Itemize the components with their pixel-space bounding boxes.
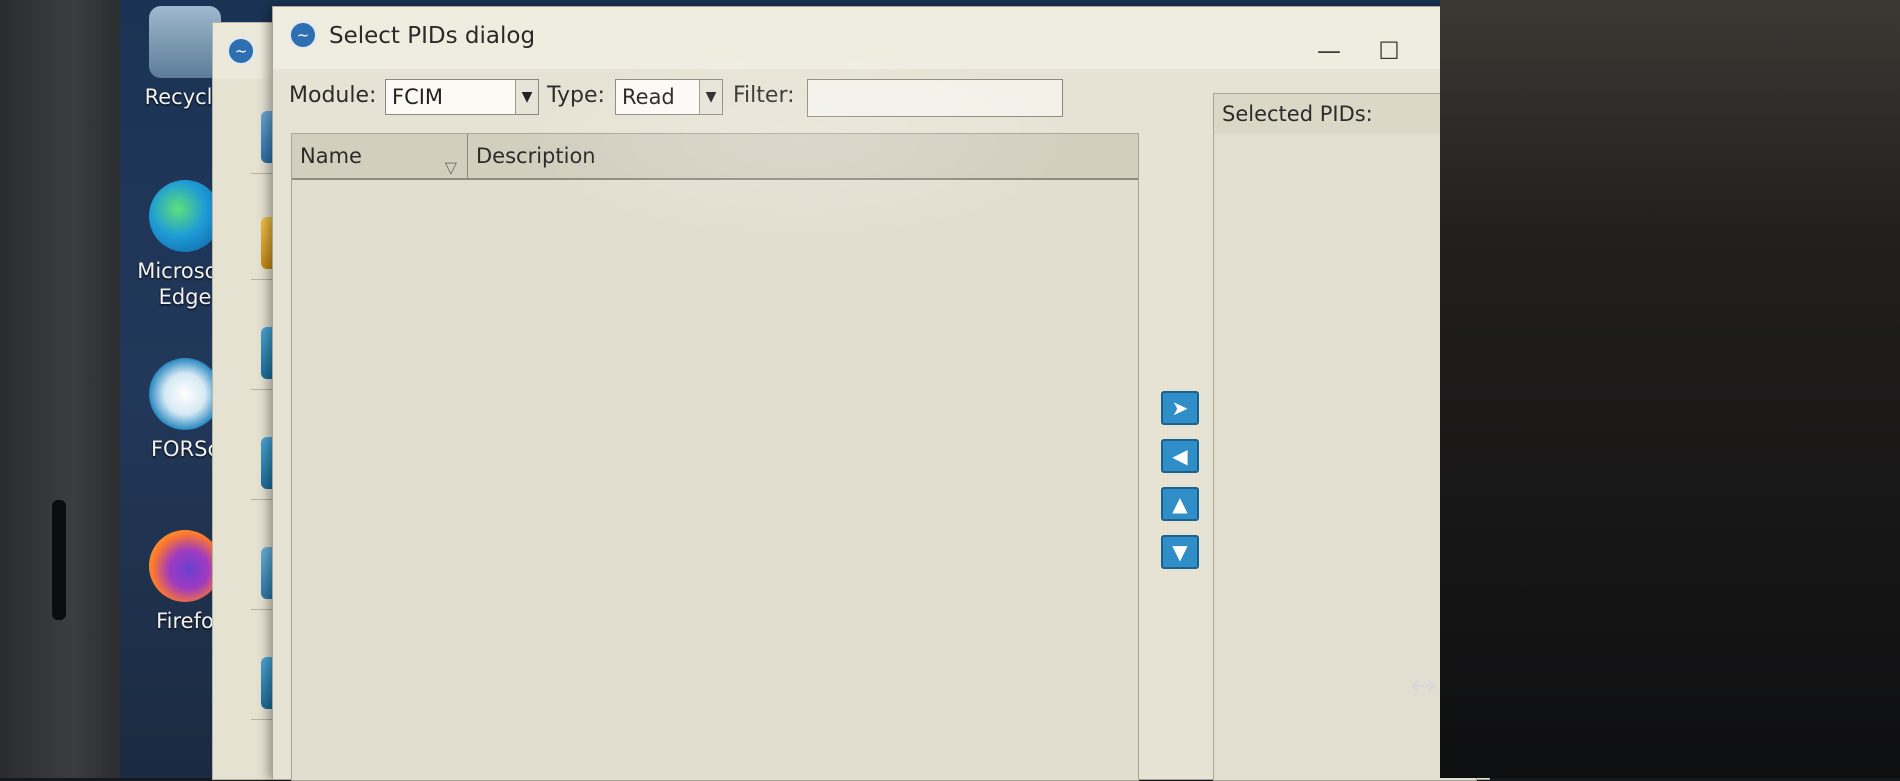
minimize-icon: — (1317, 37, 1341, 65)
pid-toolbar: Module: FCIM ▼ Type: Read ▼ Filter: (289, 77, 1219, 123)
chevron-down-icon[interactable]: ▼ (515, 80, 538, 114)
selected-pids-title: Selected PIDs: (1214, 94, 1476, 134)
type-label: Type: (547, 83, 605, 108)
filter-input[interactable] (807, 79, 1063, 117)
arrow-right-icon: ➤ (1171, 396, 1189, 420)
move-up-button[interactable]: ▲ (1161, 487, 1199, 521)
module-value: FCIM (392, 85, 444, 109)
maximize-button[interactable]: ☐ (1359, 37, 1419, 77)
app-logo-icon: ~ (227, 37, 255, 65)
arrow-left-icon: ◀ (1172, 444, 1188, 468)
column-header-label: Description (476, 144, 596, 168)
add-pid-button[interactable]: ➤ (1161, 391, 1199, 425)
resize-cursor-icon: ↔ (1410, 666, 1437, 704)
column-header-description[interactable]: Description (468, 134, 1138, 178)
selected-pids-panel[interactable]: Selected PIDs: (1213, 93, 1477, 781)
list-header: Name ▽ Description (292, 134, 1138, 180)
available-pids-list[interactable]: Name ▽ Description (291, 133, 1139, 781)
module-label: Module: (289, 83, 377, 108)
chevron-down-icon[interactable]: ▼ (699, 80, 722, 114)
recycle-bin-icon (149, 6, 221, 78)
bezel-slot (52, 500, 66, 620)
minimize-button[interactable]: — (1299, 37, 1359, 77)
edge-icon (149, 180, 221, 252)
module-select[interactable]: FCIM ▼ (385, 79, 539, 115)
dialog-titlebar[interactable]: ~ Select PIDs dialog — ☐ ✕ (273, 7, 1489, 69)
dialog-title: Select PIDs dialog (329, 23, 536, 49)
forscan-icon (149, 358, 221, 430)
type-select[interactable]: Read ▼ (615, 79, 723, 115)
arrow-up-icon: ▲ (1172, 492, 1188, 516)
move-buttons: ➤ ◀ ▲ ▼ (1161, 391, 1201, 583)
arrow-down-icon: ▼ (1172, 540, 1188, 564)
column-header-name[interactable]: Name ▽ (292, 134, 468, 178)
dark-background (1440, 0, 1900, 778)
select-pids-dialog: ~ Select PIDs dialog — ☐ ✕ Module: FCIM … (272, 6, 1490, 781)
type-value: Read (622, 85, 675, 109)
column-header-label: Name (300, 144, 362, 168)
filter-label: Filter: (733, 83, 795, 108)
maximize-icon: ☐ (1378, 37, 1400, 65)
move-down-button[interactable]: ▼ (1161, 535, 1199, 569)
sort-icon: ▽ (444, 158, 457, 177)
firefox-icon (149, 530, 221, 602)
app-logo-icon: ~ (289, 21, 317, 49)
remove-pid-button[interactable]: ◀ (1161, 439, 1199, 473)
